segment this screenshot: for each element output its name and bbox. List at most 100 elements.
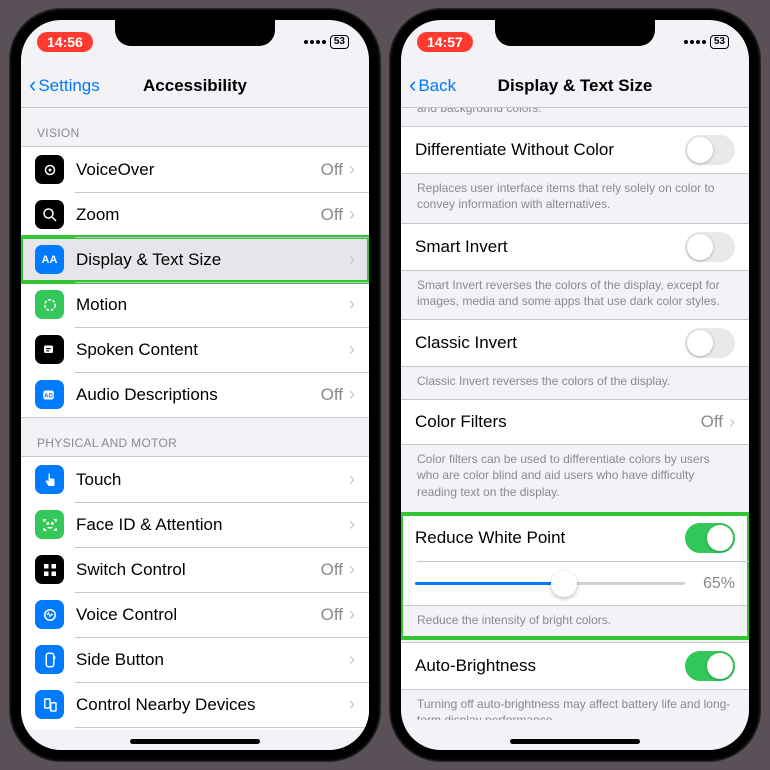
chevron-right-icon: ›	[349, 159, 355, 180]
touch-icon	[35, 465, 64, 494]
chevron-right-icon: ›	[349, 514, 355, 535]
face-id-icon	[35, 510, 64, 539]
chevron-right-icon: ›	[729, 412, 735, 433]
footer-auto-brightness: Turning off auto-brightness may affect b…	[401, 690, 749, 720]
chevron-right-icon: ›	[349, 649, 355, 670]
home-indicator[interactable]	[130, 739, 260, 744]
toggle-classic-invert[interactable]	[685, 328, 735, 358]
row-label: Reduce White Point	[415, 528, 685, 548]
home-indicator[interactable]	[510, 739, 640, 744]
row-label: Color Filters	[415, 412, 701, 432]
motion-icon	[35, 290, 64, 319]
row-side-button[interactable]: Side Button ›	[21, 637, 369, 682]
back-label: Back	[418, 76, 456, 96]
row-label: Differentiate Without Color	[415, 140, 685, 160]
row-label: Spoken Content	[76, 340, 349, 360]
group-vision: VoiceOver Off › Zoom Off › AA Display & …	[21, 146, 369, 418]
chevron-left-icon: ‹	[29, 74, 36, 96]
zoom-icon	[35, 200, 64, 229]
row-label: Audio Descriptions	[76, 385, 321, 405]
switch-control-icon	[35, 555, 64, 584]
nav-bar: ‹ Settings Accessibility	[21, 64, 369, 108]
row-label: Classic Invert	[415, 333, 685, 353]
row-classic-invert[interactable]: Classic Invert	[401, 320, 749, 366]
screen-recording-time-pill[interactable]: 14:56	[37, 32, 93, 52]
row-spoken-content[interactable]: Spoken Content ›	[21, 327, 369, 372]
row-touch[interactable]: Touch ›	[21, 457, 369, 502]
row-motion[interactable]: Motion ›	[21, 282, 369, 327]
row-value: Off	[321, 605, 343, 625]
row-zoom[interactable]: Zoom Off ›	[21, 192, 369, 237]
chevron-right-icon: ›	[349, 249, 355, 270]
row-display-text-size[interactable]: AA Display & Text Size ›	[21, 237, 369, 282]
chevron-right-icon: ›	[349, 469, 355, 490]
row-label: Voice Control	[76, 605, 321, 625]
row-label: Control Nearby Devices	[76, 695, 349, 715]
reduce-white-point-highlight: Reduce White Point 65% Reduce the	[401, 514, 749, 638]
toggle-smart-invert[interactable]	[685, 232, 735, 262]
row-reduce-white-point[interactable]: Reduce White Point	[401, 515, 749, 561]
voice-control-icon	[35, 600, 64, 629]
row-label: Zoom	[76, 205, 321, 225]
notch	[495, 20, 655, 46]
back-button[interactable]: ‹ Settings	[29, 76, 100, 96]
section-header-vision: VISION	[21, 108, 369, 146]
toggle-auto-brightness[interactable]	[685, 651, 735, 681]
row-label: Side Button	[76, 650, 349, 670]
nearby-devices-icon	[35, 690, 64, 719]
chevron-right-icon: ›	[349, 384, 355, 405]
row-label: VoiceOver	[76, 160, 321, 180]
chevron-right-icon: ›	[349, 294, 355, 315]
row-label: Motion	[76, 295, 349, 315]
row-face-id-attention[interactable]: Face ID & Attention ›	[21, 502, 369, 547]
row-audio-descriptions[interactable]: AD Audio Descriptions Off ›	[21, 372, 369, 417]
row-control-nearby-devices[interactable]: Control Nearby Devices ›	[21, 682, 369, 727]
spoken-content-icon	[35, 335, 64, 364]
screen-recording-time-pill[interactable]: 14:57	[417, 32, 473, 52]
row-switch-control[interactable]: Switch Control Off ›	[21, 547, 369, 592]
row-label: Display & Text Size	[76, 250, 349, 270]
side-button-icon	[35, 645, 64, 674]
phone-right: 14:57 53 ‹ Back Display & Text Size and …	[389, 8, 761, 762]
chevron-right-icon: ›	[349, 339, 355, 360]
footer-color-filters: Color filters can be used to differentia…	[401, 445, 749, 510]
notch	[115, 20, 275, 46]
row-value: Off	[321, 385, 343, 405]
svg-text:AD: AD	[44, 393, 53, 399]
section-header-physical: PHYSICAL AND MOTOR	[21, 418, 369, 456]
row-differentiate-without-color[interactable]: Differentiate Without Color	[401, 127, 749, 173]
row-reduce-white-point-slider: 65%	[401, 561, 749, 605]
nav-bar: ‹ Back Display & Text Size	[401, 64, 749, 108]
slider-reduce-white-point[interactable]	[415, 582, 685, 585]
row-label: Smart Invert	[415, 237, 685, 257]
back-button[interactable]: ‹ Back	[409, 76, 456, 96]
row-auto-brightness[interactable]: Auto-Brightness	[401, 643, 749, 689]
cellular-dots-icon	[304, 40, 326, 44]
row-value: Off	[321, 205, 343, 225]
cellular-dots-icon	[684, 40, 706, 44]
battery-indicator: 53	[710, 35, 729, 49]
row-color-filters[interactable]: Color Filters Off ›	[401, 400, 749, 444]
row-value: Off	[321, 160, 343, 180]
chevron-right-icon: ›	[349, 559, 355, 580]
page-title: Display & Text Size	[498, 76, 653, 96]
toggle-differentiate-without-color[interactable]	[685, 135, 735, 165]
row-voice-control[interactable]: Voice Control Off ›	[21, 592, 369, 637]
page-title: Accessibility	[143, 76, 247, 96]
row-label: Auto-Brightness	[415, 656, 685, 676]
slider-value-label: 65%	[695, 575, 735, 593]
audio-descriptions-icon: AD	[35, 380, 64, 409]
toggle-reduce-white-point[interactable]	[685, 523, 735, 553]
row-label: Face ID & Attention	[76, 515, 349, 535]
row-label: Switch Control	[76, 560, 321, 580]
row-value: Off	[321, 560, 343, 580]
back-label: Settings	[38, 76, 99, 96]
row-smart-invert[interactable]: Smart Invert	[401, 224, 749, 270]
footer-classic-invert: Classic Invert reverses the colors of th…	[401, 367, 749, 399]
chevron-left-icon: ‹	[409, 74, 416, 96]
row-label: Touch	[76, 470, 349, 490]
footer-reduce-white-point: Reduce the intensity of bright colors.	[401, 606, 749, 638]
chevron-right-icon: ›	[349, 694, 355, 715]
row-apple-tv-remote[interactable]: Apple TV Remote ›	[21, 727, 369, 730]
row-voiceover[interactable]: VoiceOver Off ›	[21, 147, 369, 192]
